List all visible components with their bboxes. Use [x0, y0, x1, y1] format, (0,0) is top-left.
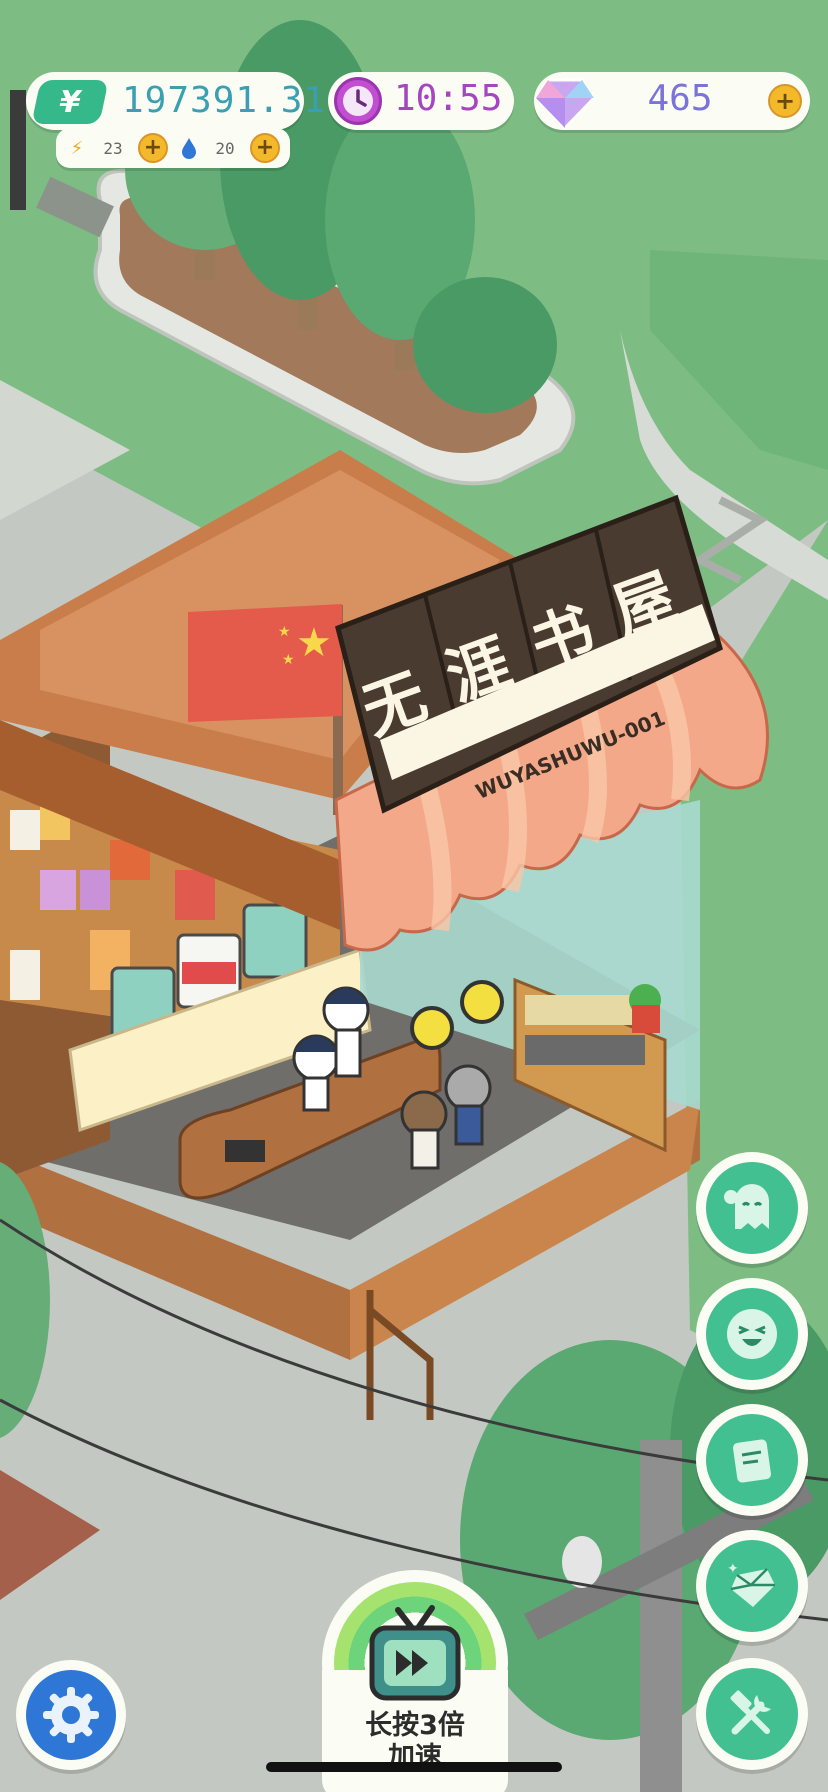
pole-insulator [562, 1536, 602, 1588]
utility-pole [640, 1440, 682, 1792]
book [525, 1035, 645, 1065]
diamond-icon [532, 72, 598, 132]
add-gems-button[interactable]: + [768, 84, 802, 118]
add-energy-button[interactable]: + [138, 133, 168, 163]
water-counter: 20 + [178, 133, 280, 163]
gear-icon [43, 1687, 99, 1743]
ghost-icon [724, 1184, 769, 1229]
speed-up-label-line1: 长按3倍 [365, 1710, 465, 1741]
gem-shop-button[interactable]: ✦ [696, 1530, 808, 1642]
bush [413, 277, 557, 413]
display-book [182, 962, 236, 984]
game-scene[interactable]: ★ ★ ★ 无 涯 书 屋 WUYASHUWU-001 [0, 0, 828, 1792]
water-value: 20 [215, 138, 235, 158]
yuan-symbol: ¥ [55, 84, 85, 120]
time-value: 10:55 [394, 78, 503, 119]
notes-button[interactable] [696, 1404, 808, 1516]
flag-star: ★ [296, 620, 332, 666]
energy-value: 23 [103, 138, 123, 158]
happy-face-button[interactable] [696, 1278, 808, 1390]
speed-up-button[interactable]: 长按3倍 加速 [322, 1570, 508, 1792]
gem-value: 465 [647, 78, 713, 119]
yuan-icon: ¥ [31, 80, 109, 124]
book [10, 810, 40, 850]
resources-bar: ⚡ 23 + 20 + [56, 128, 290, 168]
laughing-face-icon [727, 1309, 777, 1359]
wrench-hammer-icon [730, 1690, 771, 1735]
svg-text:✦: ✦ [727, 1561, 739, 1577]
plant-pot [632, 1005, 660, 1033]
book [175, 870, 215, 920]
settings-button[interactable] [16, 1660, 126, 1770]
document-icon [733, 1439, 771, 1483]
clock-icon [334, 77, 382, 125]
game-clock: 10:55 [328, 72, 514, 130]
home-indicator[interactable] [266, 1762, 562, 1772]
lightning-icon: ⚡ [70, 137, 84, 159]
energy-counter: ⚡ 23 + [66, 133, 168, 163]
money-value: 197391.31 [122, 80, 327, 121]
tv-fast-forward-icon [369, 1605, 461, 1701]
wait-indicator-icon [460, 980, 504, 1024]
book [10, 950, 40, 1000]
build-tools-button[interactable] [696, 1658, 808, 1770]
book [40, 870, 76, 910]
ghost-chat-button[interactable] [696, 1152, 808, 1264]
lamp-post [10, 90, 26, 210]
wait-indicator-icon [410, 1006, 454, 1050]
diamond-icon: ✦ [727, 1561, 775, 1607]
cash-register [225, 1140, 265, 1162]
gem-counter[interactable]: 465 + [532, 72, 810, 132]
display-book [242, 903, 308, 979]
add-water-button[interactable]: + [250, 133, 280, 163]
book [525, 995, 645, 1025]
water-drop-icon [178, 137, 200, 159]
money-counter[interactable]: ¥ 197391.31 [26, 72, 325, 130]
flag-star: ★ [282, 652, 295, 668]
flag-star: ★ [278, 624, 291, 640]
book [80, 870, 110, 910]
